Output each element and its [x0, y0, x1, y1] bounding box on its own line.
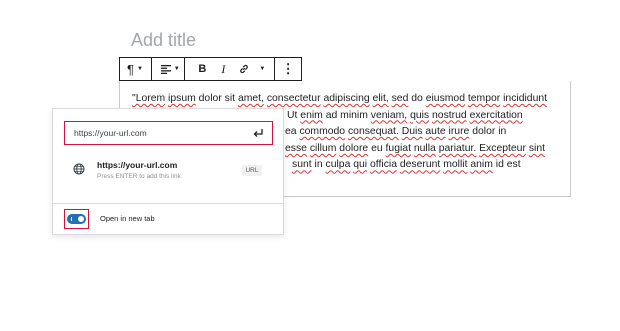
more-options-button[interactable]: ⋮ — [275, 58, 301, 80]
bold-button[interactable]: B — [193, 58, 211, 80]
block-toolbar: ¶ ▼ ▼ B I ▼ ⋮ — [119, 57, 302, 81]
italic-button[interactable]: I — [211, 58, 235, 80]
paragraph-line: "Lorem ipsum dolor sit amet, consectetur… — [132, 93, 548, 104]
link-button[interactable] — [235, 58, 253, 80]
suggestion-title: https://your-url.com — [97, 160, 178, 170]
toggle-on-indicator — [71, 217, 73, 221]
link-icon — [240, 64, 249, 74]
open-new-tab-toggle[interactable] — [67, 214, 86, 224]
popover-divider — [53, 203, 283, 204]
link-suggestion[interactable]: https://your-url.com Press ENTER to add … — [53, 153, 283, 187]
toggle-knob — [78, 216, 84, 222]
paragraph-switcher[interactable]: ¶ ▼ — [120, 58, 151, 80]
enter-icon[interactable] — [252, 127, 264, 139]
url-input-wrapper — [64, 121, 273, 145]
align-button[interactable]: ▼ — [152, 58, 185, 80]
link-popover: https://your-url.com Press ENTER to add … — [52, 108, 284, 235]
open-new-tab-label[interactable]: Open in new tab — [100, 214, 155, 223]
url-input[interactable] — [74, 128, 244, 138]
post-title-placeholder[interactable]: Add title — [131, 30, 196, 51]
globe-icon — [73, 163, 85, 175]
suggestion-hint: Press ENTER to add this link — [97, 173, 181, 180]
url-type-badge: URL — [242, 165, 262, 176]
chevron-down-icon: ▼ — [136, 66, 143, 72]
more-formats-chevron-icon[interactable]: ▼ — [259, 66, 265, 72]
new-tab-toggle-highlight — [64, 209, 89, 229]
more-vertical-icon: ⋮ — [281, 61, 295, 76]
align-left-icon — [160, 58, 171, 80]
format-controls: B I ▼ — [185, 58, 274, 80]
chevron-down-icon: ▼ — [173, 66, 180, 72]
paragraph-icon: ¶ — [127, 61, 134, 77]
